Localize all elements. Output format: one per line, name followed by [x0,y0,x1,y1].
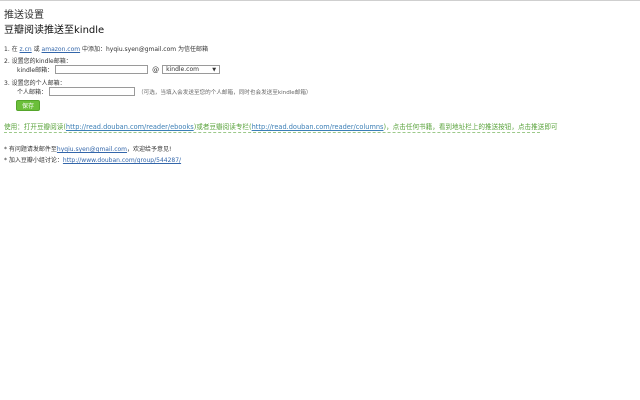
douban-group-link[interactable]: http://www.douban.com/group/544287/ [63,157,181,164]
step-1: 1. 在 z.cn 或 amazon.com 中添加：hyqiu.syen@gm… [4,44,208,53]
zcn-link[interactable]: z.cn [20,46,32,53]
divider [4,132,540,133]
usage-suffix: )，点击任何书籍，看到地址栏上的推送按钮，点击推送即可 [383,123,558,131]
personal-email-hint: （可选，当填入会发送至您的个人邮箱，同时也会发送至kindle邮箱） [138,89,312,96]
chevron-down-icon: ▼ [212,66,217,73]
save-button[interactable]: 保存 [16,100,40,111]
usage-note: 使用：打开豆瓣阅读(http://read.douban.com/reader/… [4,121,558,131]
ebooks-link[interactable]: http://read.douban.com/reader/ebooks [66,123,194,131]
columns-link[interactable]: http://read.douban.com/reader/columns [252,123,384,131]
kindle-email-input[interactable] [55,65,149,74]
usage-middle: )或者豆瓣阅读专栏( [193,123,252,131]
kindle-email-row: kindle邮箱： @ kindle.com ▼ [17,65,221,74]
step-1-middle-2: 中添加：hyqiu.syen@gmail.com 为信任邮箱 [80,46,209,53]
page-title: 推送设置 [4,10,44,21]
step-1-prefix: 1. 在 [4,46,20,53]
usage-prefix: 使用：打开豆瓣阅读( [4,123,66,131]
step-3-title: 3. 设置您的个人邮箱： [4,80,66,87]
footer-contact-suffix: ，欢迎给予意见! [127,146,172,153]
personal-email-input[interactable] [49,87,136,96]
at-symbol: @ [152,65,160,74]
step-1-middle-1: 或 [31,46,42,53]
top-border [0,0,640,1]
footer-group-prefix: * 加入豆瓣小组讨论： [4,157,63,164]
contact-email-link[interactable]: hyqiu.syen@gmail.com [57,146,127,153]
footer-contact: * 有问题请发邮件至hyqiu.syen@gmail.com，欢迎给予意见! [4,144,171,153]
page-subtitle: 豆瓣阅读推送至kindle [4,25,105,36]
footer-contact-prefix: * 有问题请发邮件至 [4,146,57,153]
kindle-domain-value: kindle.com [166,66,199,73]
kindle-email-label: kindle邮箱： [17,67,54,74]
personal-email-row: 个人邮箱： （可选，当填入会发送至您的个人邮箱，同时也会发送至kindle邮箱） [17,87,312,96]
kindle-domain-select[interactable]: kindle.com ▼ [162,65,221,74]
step-2-title: 2. 设置您的kindle邮箱： [4,58,72,65]
personal-email-label: 个人邮箱： [17,89,48,96]
amazon-link[interactable]: amazon.com [42,46,81,53]
footer-group: * 加入豆瓣小组讨论：http://www.douban.com/group/5… [4,155,181,164]
